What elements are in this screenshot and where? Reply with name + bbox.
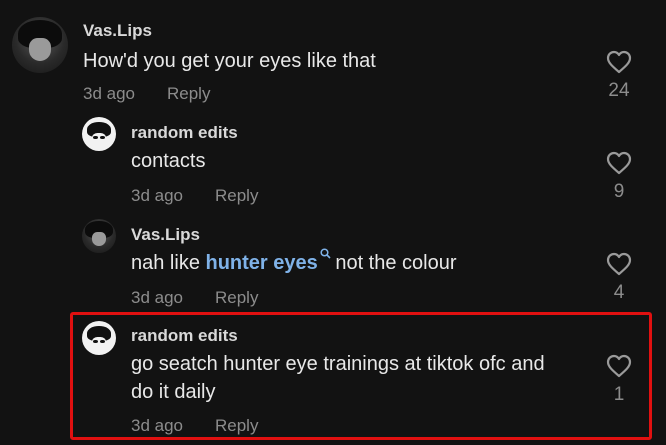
comment-username[interactable]: Vas.Lips [131,225,200,245]
like-button[interactable]: 9 [599,151,639,203]
comment-username[interactable]: Vas.Lips [83,21,152,41]
comment-username[interactable]: random edits [131,123,238,143]
comment-text-after: not the colour [329,252,457,274]
heart-icon[interactable] [606,151,632,175]
comment-username[interactable]: random edits [131,326,238,346]
reply-button[interactable]: Reply [215,186,258,205]
comment-meta: 3d ago Reply [131,186,258,206]
comment-time: 3d ago [131,288,183,307]
comment-meta: 3d ago Reply [131,416,258,436]
hashtag-link[interactable]: hunter eyes [206,252,318,274]
avatar[interactable] [82,219,116,253]
search-icon[interactable] [320,239,331,259]
like-button[interactable]: 1 [599,354,639,406]
heart-icon[interactable] [606,50,632,74]
reply-button[interactable]: Reply [215,288,258,307]
like-count: 24 [608,80,630,101]
comment-time: 3d ago [83,84,135,103]
like-count: 4 [613,282,625,303]
avatar[interactable] [82,321,116,355]
like-count: 1 [613,384,625,405]
reply-button[interactable]: Reply [167,84,210,103]
heart-icon[interactable] [606,252,632,276]
comment-text: How'd you get your eyes like that [83,50,376,72]
comment-text-line2: do it daily [131,381,216,403]
comment-text-line1: go seatch hunter eye trainings at tiktok… [131,353,545,375]
avatar[interactable] [82,117,116,151]
comment-meta: 3d ago Reply [83,84,210,104]
like-count: 9 [613,181,625,202]
reply-button[interactable]: Reply [215,416,258,435]
comment-meta: 3d ago Reply [131,288,258,308]
comment-time: 3d ago [131,186,183,205]
like-button[interactable]: 4 [599,252,639,304]
comment-time: 3d ago [131,416,183,435]
comment-text: contacts [131,150,206,172]
comment-text: nah like hunter eyes not the colour [131,248,457,277]
like-button[interactable]: 24 [599,50,639,102]
avatar[interactable] [12,17,68,73]
comment-text-before: nah like [131,252,206,274]
heart-icon[interactable] [606,354,632,378]
